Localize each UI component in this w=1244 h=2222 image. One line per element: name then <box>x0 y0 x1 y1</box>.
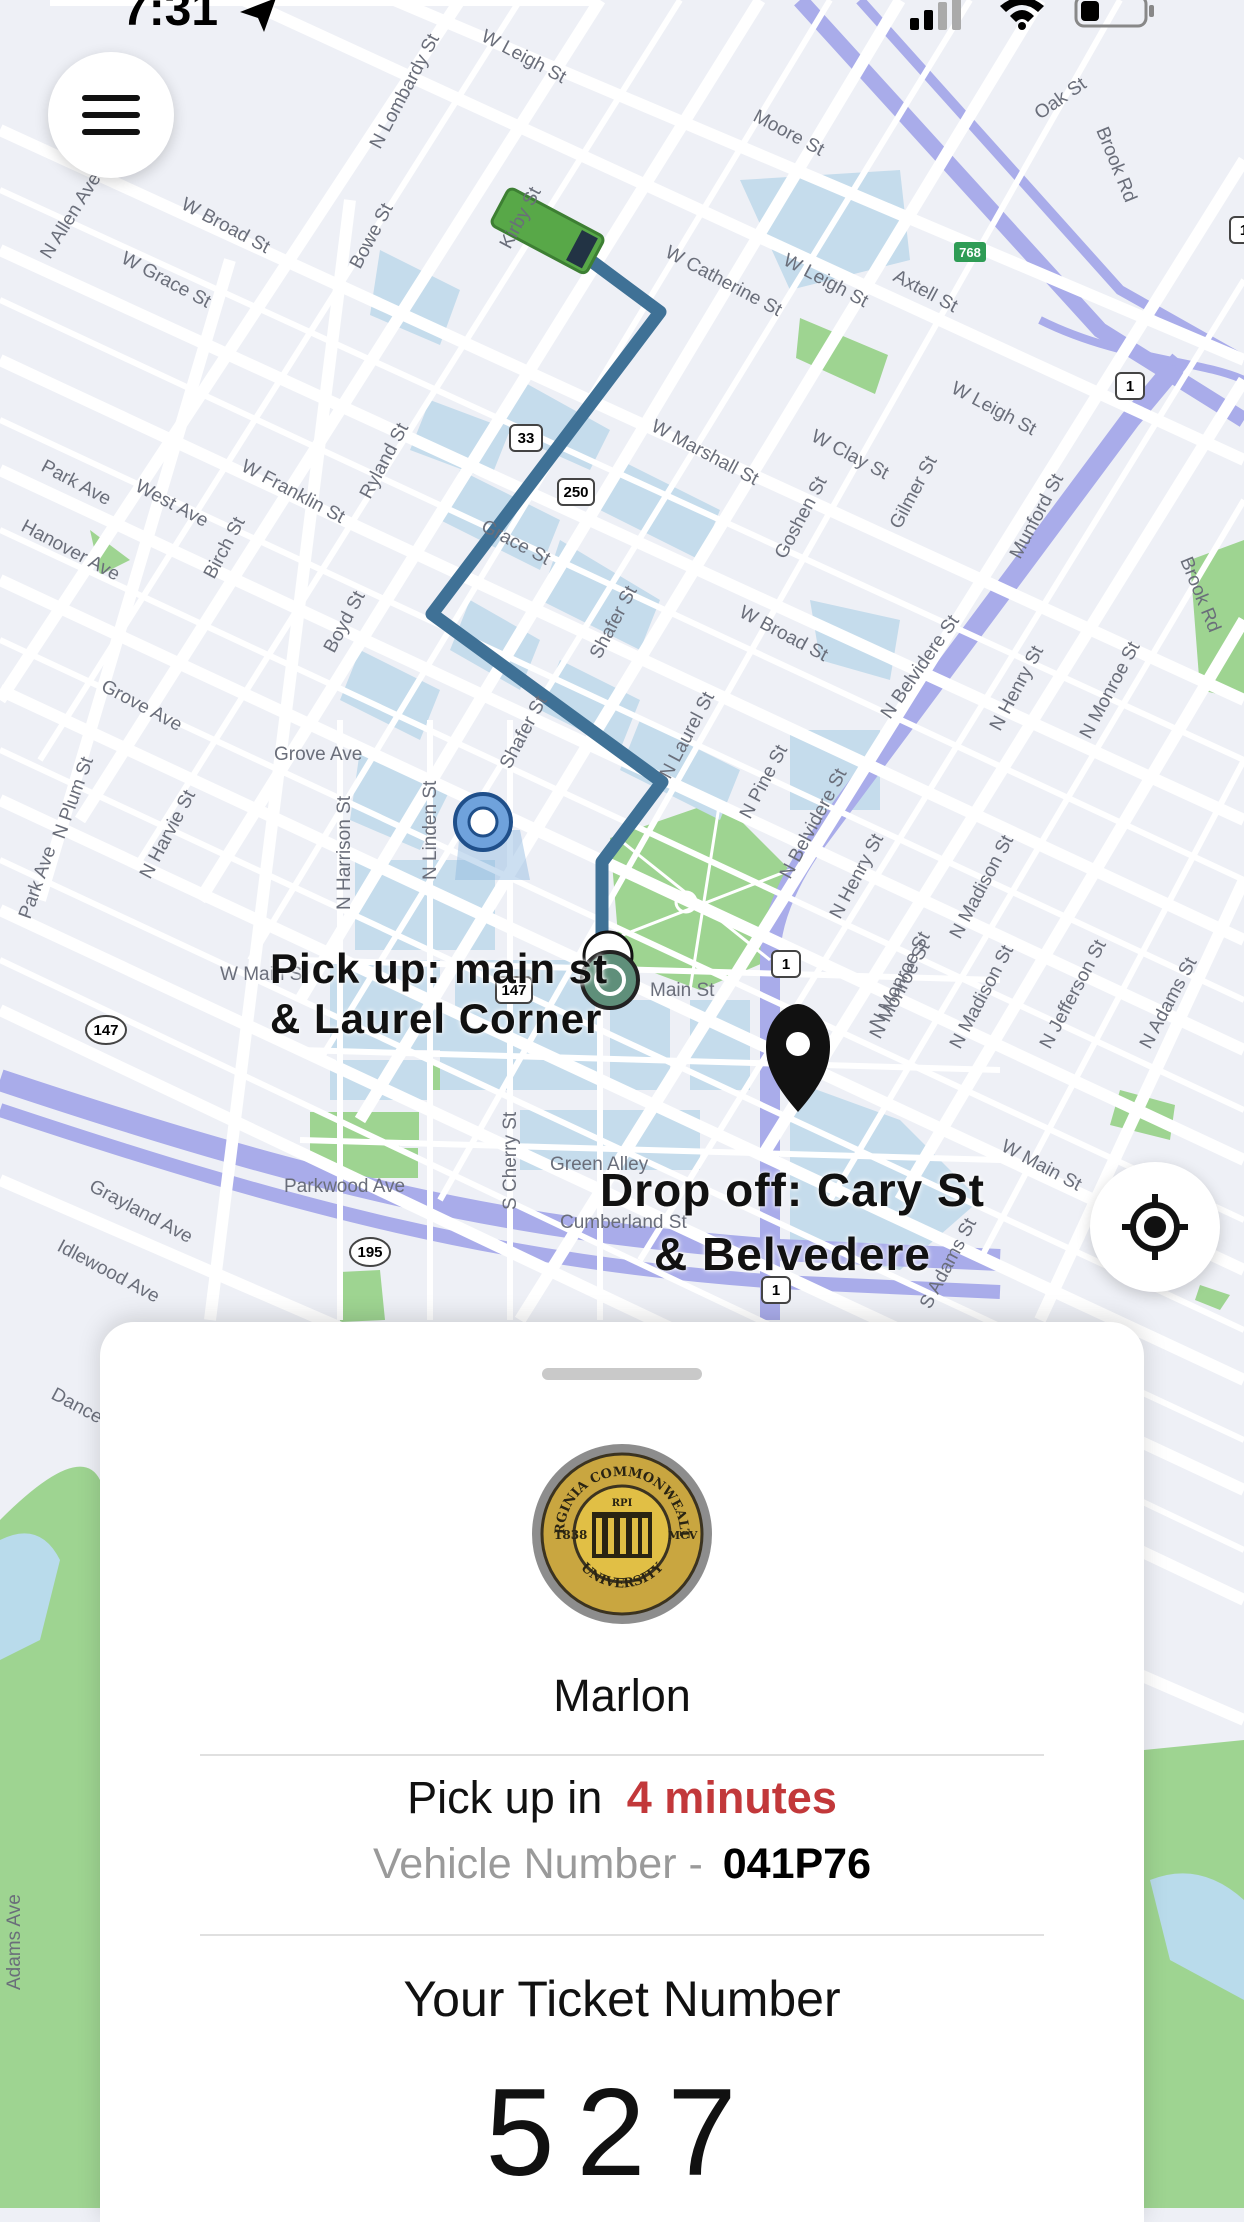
street-label: N Linden St <box>420 780 441 880</box>
wifi-icon <box>1000 0 1044 30</box>
shield-text: 1 <box>1126 378 1134 395</box>
ticket-number-label: Your Ticket Number <box>403 1971 841 2027</box>
shield-text: 250 <box>563 484 588 501</box>
shield-text: 768 <box>959 245 981 260</box>
location-arrow-icon <box>240 0 276 32</box>
pickup-eta: Pick up in 4 minutes <box>100 1772 1144 1824</box>
ride-details-sheet[interactable]: VIRGINIA COMMONWEALTH UNIVERSITY 1838 MC… <box>100 1322 1144 2222</box>
street-label: Grove Ave <box>274 744 362 765</box>
street-label: Adams Ave <box>4 1894 25 1990</box>
divider <box>200 1934 1044 1936</box>
vehicle-number-value: 041P76 <box>722 1840 872 1888</box>
shield-text: 195 <box>357 1244 382 1261</box>
seal-text-left: 1838 <box>554 1528 587 1542</box>
shield-text: 147 <box>93 1022 118 1039</box>
dropoff-label-line2: & Belvedere <box>654 1228 931 1280</box>
seal-text-mid: RPI <box>612 1498 633 1509</box>
dropoff-label-line1: Drop off: Cary St <box>600 1164 985 1216</box>
vcu-seal-avatar: VIRGINIA COMMONWEALTH UNIVERSITY 1838 MC… <box>530 1442 712 1624</box>
locate-me-button[interactable] <box>1090 1162 1220 1292</box>
locate-crosshair-icon <box>1122 1194 1188 1260</box>
pickup-label-line1: Pick up: main st <box>270 945 609 992</box>
dropoff-location-label: Drop off: Cary St & Belvedere <box>600 1158 985 1286</box>
hamburger-menu-icon <box>82 95 140 135</box>
street-label: N Harrison St <box>334 795 355 910</box>
pickup-eta-minutes: 4 minutes <box>626 1772 837 1823</box>
ticket-number-value: 527 <box>485 2064 759 2202</box>
shield-text: 33 <box>518 430 535 447</box>
street-label: Parkwood Ave <box>284 1176 405 1197</box>
status-time: 7:31 <box>122 0 219 36</box>
divider <box>200 1754 1044 1756</box>
driver-name: Marlon <box>553 1670 691 1721</box>
vehicle-number-row: Vehicle Number - 041P76 <box>100 1840 1144 1889</box>
menu-button[interactable] <box>48 52 174 178</box>
cellular-signal-icon <box>910 0 961 30</box>
sheet-drag-handle[interactable] <box>542 1368 702 1380</box>
shield-text: 1 <box>782 956 790 973</box>
shield-text: 1 <box>1240 222 1244 239</box>
seal-text-right: MCV <box>668 1529 698 1542</box>
battery-icon <box>1074 0 1154 28</box>
pickup-label-line2: & Laurel Corner <box>270 995 603 1042</box>
street-label: S Cherry St <box>500 1111 521 1210</box>
status-bar: 7:31 <box>0 0 1244 44</box>
pickup-eta-prefix: Pick up in <box>407 1772 603 1823</box>
vehicle-number-label: Vehicle Number - <box>372 1840 703 1888</box>
pickup-location-label: Pick up: main st & Laurel Corner <box>270 944 608 1044</box>
street-label: Main St <box>650 980 715 1001</box>
